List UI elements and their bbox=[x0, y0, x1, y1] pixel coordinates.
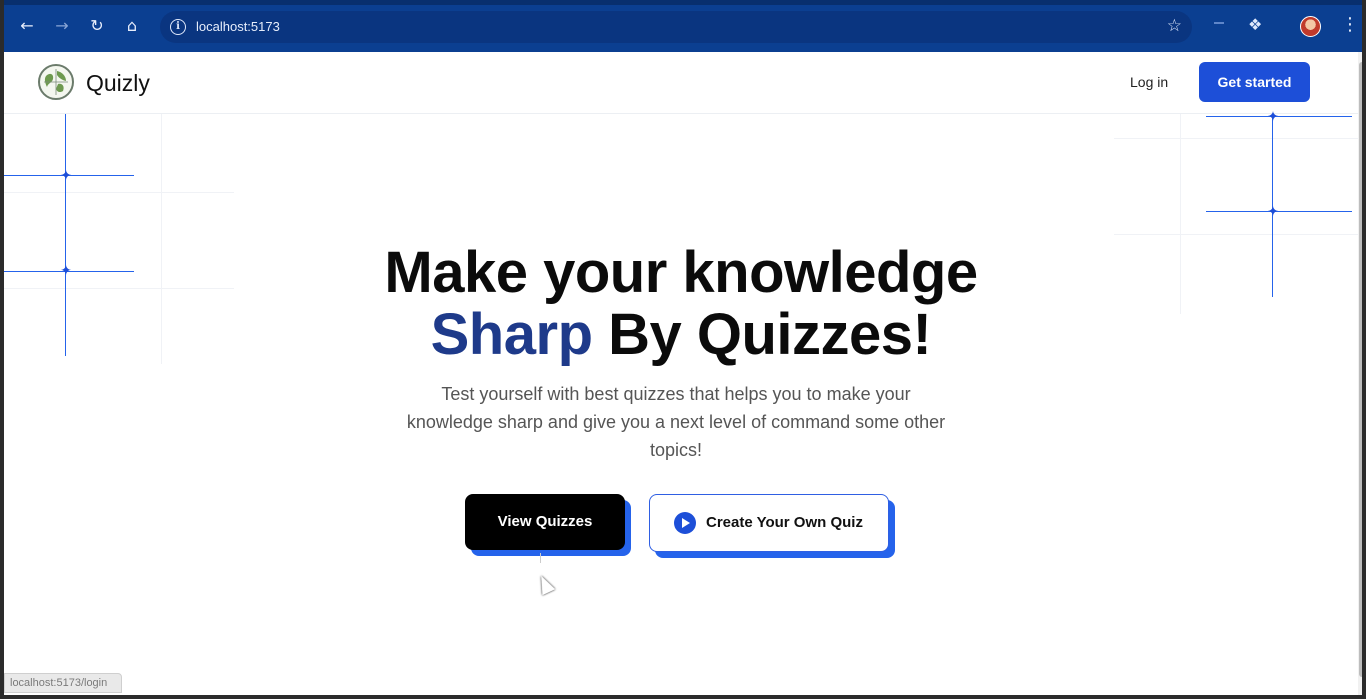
sparkle-icon: ✦ bbox=[60, 168, 72, 184]
hero-title: Make your knowledge Sharp By Quizzes! bbox=[4, 242, 1358, 366]
url-text[interactable]: localhost:5173 bbox=[196, 19, 280, 34]
profile-avatar[interactable] bbox=[1300, 16, 1321, 37]
back-icon[interactable]: ← bbox=[16, 15, 38, 37]
reload-icon[interactable]: ↻ bbox=[86, 15, 108, 37]
sparkle-icon: ✦ bbox=[1267, 204, 1279, 220]
quizly-logo-icon[interactable] bbox=[38, 64, 74, 100]
brand-name[interactable]: Quizly bbox=[86, 70, 150, 97]
get-started-button[interactable]: Get started bbox=[1199, 62, 1310, 102]
home-icon[interactable]: ⌂ bbox=[121, 15, 143, 37]
hero-subtitle: Test yourself with best quizzes that hel… bbox=[406, 384, 946, 460]
browser-toolbar: ← → ↻ ⌂ i localhost:5173 ☆ ❖ ⋮ bbox=[4, 0, 1362, 52]
login-link[interactable]: Log in bbox=[1130, 74, 1168, 90]
browser-menu-icon[interactable]: ⋮ bbox=[1341, 14, 1359, 36]
scrollbar-thumb[interactable] bbox=[1359, 62, 1362, 677]
link-status-tooltip: localhost:5173/login bbox=[4, 673, 122, 693]
view-quizzes-button[interactable]: View Quizzes bbox=[465, 494, 625, 550]
browser-window: ← → ↻ ⌂ i localhost:5173 ☆ ❖ ⋮ Quizly Lo… bbox=[4, 0, 1362, 695]
forward-icon[interactable]: → bbox=[51, 15, 73, 37]
create-quiz-label: Create Your Own Quiz bbox=[706, 514, 863, 531]
hero-title-line2: Sharp By Quizzes! bbox=[4, 304, 1358, 366]
extensions-puzzle-icon[interactable]: ❖ bbox=[1248, 15, 1262, 34]
hero-title-accent: Sharp bbox=[430, 302, 593, 367]
address-bar[interactable]: i localhost:5173 ☆ bbox=[160, 11, 1192, 43]
bookmark-star-icon[interactable]: ☆ bbox=[1167, 16, 1182, 36]
download-indicator-icon[interactable] bbox=[1214, 22, 1224, 24]
hero-title-rest: By Quizzes! bbox=[592, 302, 932, 367]
play-circle-icon bbox=[674, 512, 696, 534]
site-header: Quizly Log in Get started bbox=[4, 52, 1358, 114]
hero-title-line1: Make your knowledge bbox=[384, 240, 978, 305]
site-info-icon[interactable]: i bbox=[170, 19, 186, 35]
create-quiz-button[interactable]: Create Your Own Quiz bbox=[649, 494, 889, 552]
create-quiz-wrapper: Create Your Own Quiz bbox=[649, 494, 897, 560]
view-quizzes-wrapper: View Quizzes bbox=[465, 494, 633, 558]
divider bbox=[540, 553, 541, 563]
tab-strip bbox=[4, 0, 1362, 5]
page-scrollbar[interactable] bbox=[1358, 52, 1362, 695]
mouse-cursor-icon bbox=[534, 572, 556, 596]
